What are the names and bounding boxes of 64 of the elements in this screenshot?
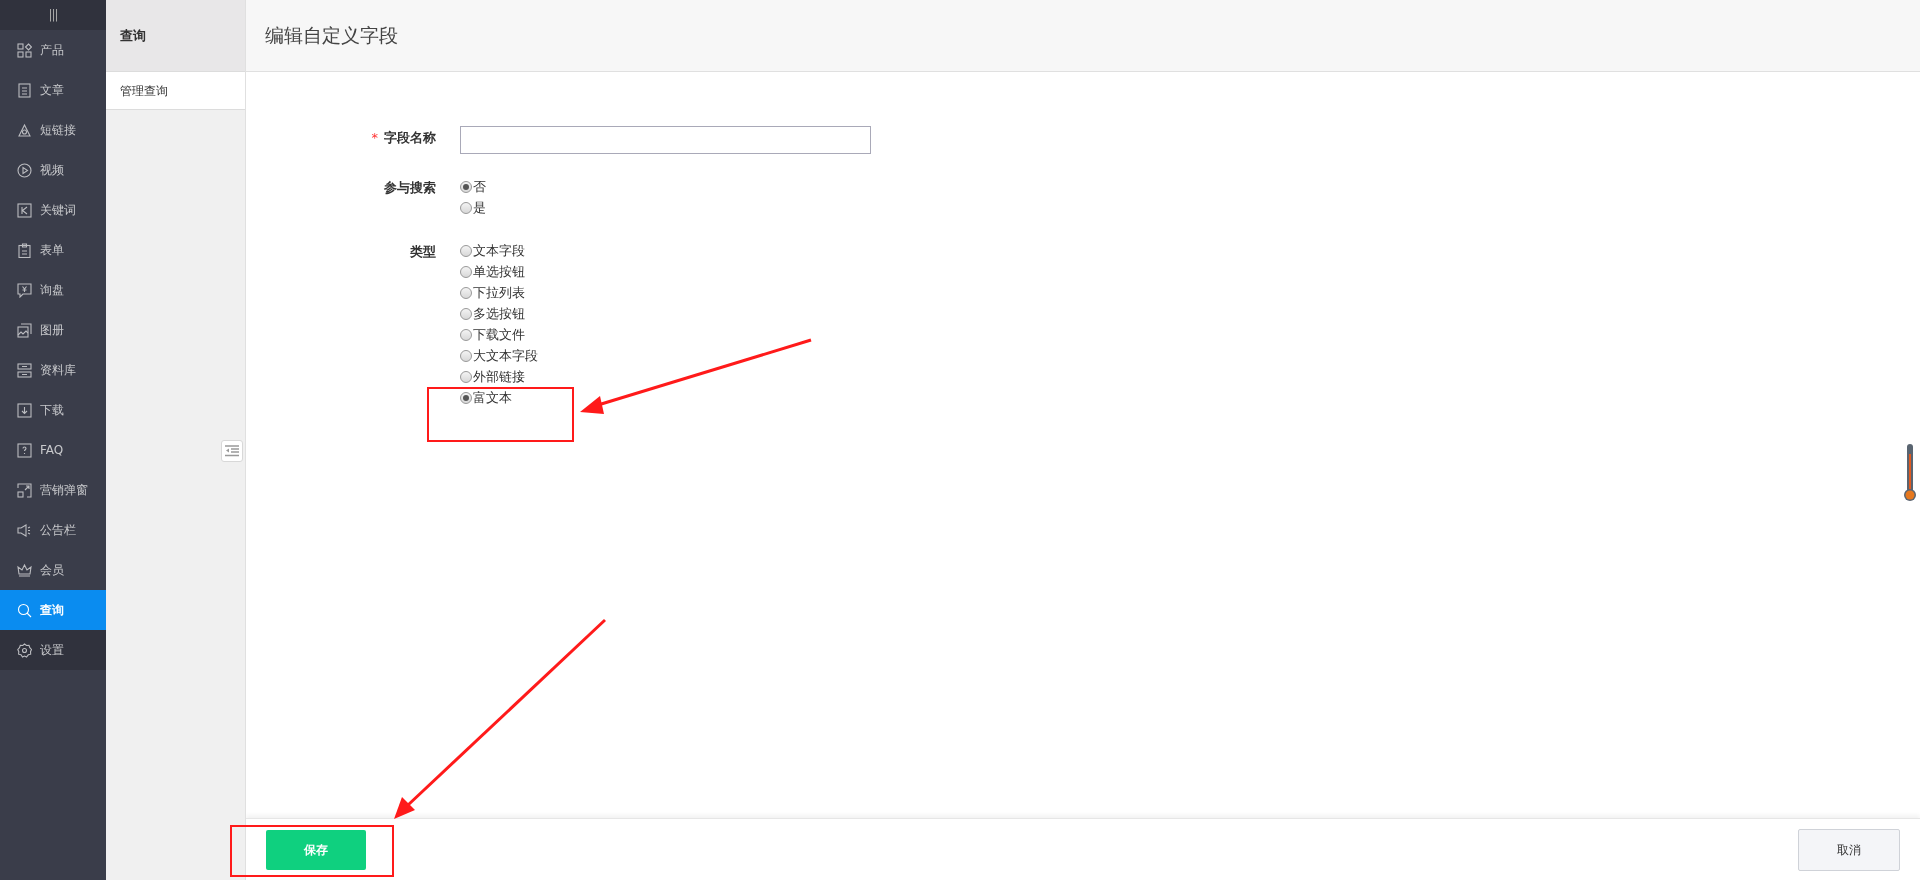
- radio-button[interactable]: [460, 201, 472, 214]
- nav-item[interactable]: 会员: [0, 550, 106, 590]
- field-label: 类型: [410, 243, 436, 261]
- question-icon: [17, 442, 32, 458]
- speaker-icon: [17, 522, 32, 538]
- input-field[interactable]: [460, 126, 871, 154]
- radio-button[interactable]: [460, 286, 472, 299]
- nav-item[interactable]: 视频: [0, 150, 106, 190]
- nav-item[interactable]: 短链接: [0, 110, 106, 150]
- grid-icon: [17, 42, 32, 58]
- field-label: 参与搜索: [384, 179, 436, 197]
- radio-button[interactable]: [460, 265, 472, 278]
- nav-item[interactable]: 下载: [0, 390, 106, 430]
- radio-option[interactable]: 下拉列表: [460, 282, 538, 303]
- radio-option[interactable]: 大文本字段: [460, 345, 538, 366]
- nav-item[interactable]: 营销弹窗: [0, 470, 106, 510]
- nav-item[interactable]: FAQ: [0, 430, 106, 470]
- required-asterisk: *: [371, 129, 378, 147]
- radio-button[interactable]: [460, 349, 472, 362]
- nav-item[interactable]: 设置: [0, 630, 106, 670]
- radio-button[interactable]: [460, 391, 472, 404]
- crown-icon: [17, 562, 32, 578]
- nav-item[interactable]: 资料库: [0, 350, 106, 390]
- radio-button[interactable]: [460, 370, 472, 383]
- radio-option[interactable]: 多选按钮: [460, 303, 538, 324]
- panel-title: 查询: [120, 26, 146, 45]
- nav-item[interactable]: 询盘: [0, 270, 106, 310]
- play-icon: [17, 162, 32, 178]
- settings-icon: [17, 642, 32, 658]
- nav-item[interactable]: 图册: [0, 310, 106, 350]
- download-icon: [17, 402, 32, 418]
- radio-option[interactable]: 下载文件: [460, 324, 538, 345]
- triangle-icon: [17, 122, 32, 138]
- field-label: 字段名称: [384, 129, 436, 147]
- image-icon: [17, 322, 32, 338]
- thermometer-icon[interactable]: [1904, 444, 1916, 502]
- search-icon: [17, 602, 32, 618]
- radio-button[interactable]: [460, 244, 472, 257]
- submenu-item[interactable]: 管理查询: [106, 72, 245, 110]
- radio-option[interactable]: 富文本: [460, 387, 538, 408]
- nav-item[interactable]: 表单: [0, 230, 106, 270]
- clipboard-icon: [17, 242, 32, 258]
- radio-option[interactable]: 否: [460, 176, 486, 197]
- radio-option[interactable]: 单选按钮: [460, 261, 538, 282]
- radio-option[interactable]: 外部链接: [460, 366, 538, 387]
- cancel-button[interactable]: 取消: [1798, 828, 1900, 871]
- menu-toggle[interactable]: |||: [48, 6, 58, 24]
- radio-button[interactable]: [460, 307, 472, 320]
- collapse-button[interactable]: [221, 440, 243, 462]
- nav-item[interactable]: 文章: [0, 70, 106, 110]
- nav-item[interactable]: 产品: [0, 30, 106, 70]
- indent-icon: [225, 445, 239, 457]
- drawer-icon: [17, 362, 32, 378]
- document-icon: [17, 82, 32, 98]
- radio-option[interactable]: 文本字段: [460, 240, 538, 261]
- nav-item[interactable]: 关键词: [0, 190, 106, 230]
- radio-option[interactable]: 是: [460, 197, 486, 218]
- page-title: 编辑自定义字段: [265, 23, 398, 49]
- expand-icon: [17, 482, 32, 498]
- radio-button[interactable]: [460, 180, 472, 193]
- chat-icon: [17, 282, 32, 298]
- radio-button[interactable]: [460, 328, 472, 341]
- key-letter-icon: [17, 202, 32, 218]
- nav-item[interactable]: 公告栏: [0, 510, 106, 550]
